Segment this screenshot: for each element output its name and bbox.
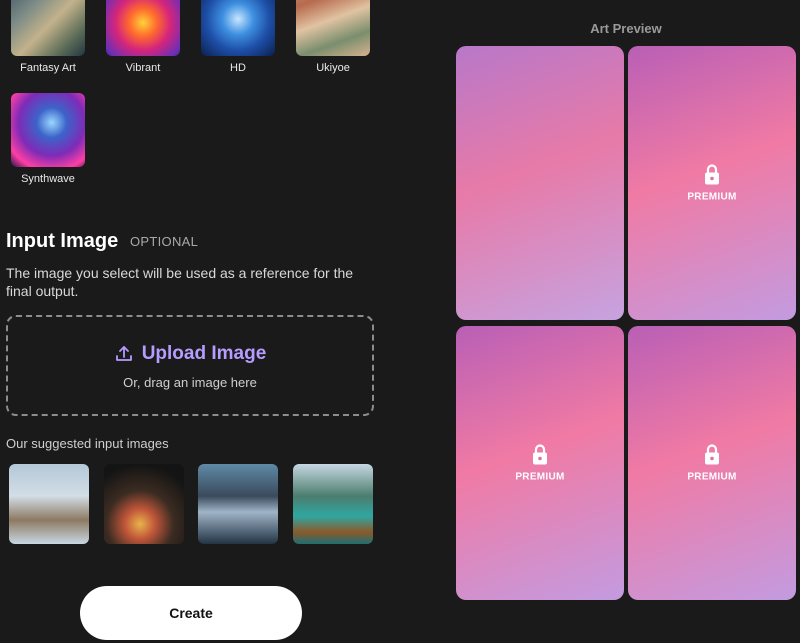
suggested-image-escalator[interactable] bbox=[198, 464, 278, 544]
suggested-image-food[interactable] bbox=[104, 464, 184, 544]
upload-dropzone[interactable]: Upload Image Or, drag an image here bbox=[6, 315, 374, 416]
input-image-description: The image you select will be used as a r… bbox=[6, 265, 354, 299]
premium-label: PREMIUM bbox=[687, 471, 737, 483]
upload-icon bbox=[115, 346, 132, 361]
preview-card-premium[interactable]: PREMIUM bbox=[628, 46, 796, 320]
style-hd[interactable]: HD bbox=[200, 0, 276, 74]
app-page: Fantasy Art Vibrant HD Ukiyoe Synthwave … bbox=[0, 0, 800, 643]
synthwave-thumbnail bbox=[11, 93, 85, 167]
hd-thumbnail bbox=[201, 0, 275, 56]
upload-hint: Or, drag an image here bbox=[123, 375, 257, 390]
style-label: HD bbox=[230, 62, 246, 74]
lock-icon bbox=[533, 444, 547, 465]
create-button[interactable]: Create bbox=[80, 586, 302, 640]
input-image-title: Input Image bbox=[6, 230, 119, 252]
suggested-images-title: Our suggested input images bbox=[6, 436, 169, 451]
ukiyoe-thumbnail bbox=[296, 0, 370, 56]
style-synthwave[interactable]: Synthwave bbox=[10, 93, 86, 185]
preview-card[interactable] bbox=[456, 46, 624, 320]
upload-image-button[interactable]: Upload Image bbox=[142, 343, 267, 365]
style-fantasy-art[interactable]: Fantasy Art bbox=[10, 0, 86, 74]
preview-card-premium[interactable]: PREMIUM bbox=[628, 326, 796, 600]
premium-lock: PREMIUM bbox=[456, 444, 624, 483]
premium-label: PREMIUM bbox=[687, 191, 737, 203]
style-vibrant[interactable]: Vibrant bbox=[105, 0, 181, 74]
lock-icon bbox=[705, 444, 719, 465]
lock-icon bbox=[705, 164, 719, 185]
art-preview-title: Art Preview bbox=[590, 21, 662, 36]
style-label: Fantasy Art bbox=[20, 62, 76, 74]
vibrant-thumbnail bbox=[106, 0, 180, 56]
style-label: Vibrant bbox=[125, 62, 161, 74]
suggested-image-owl[interactable] bbox=[9, 464, 89, 544]
upload-row[interactable]: Upload Image bbox=[8, 343, 372, 365]
optional-tag: OPTIONAL bbox=[130, 234, 199, 249]
premium-label: PREMIUM bbox=[515, 471, 565, 483]
style-ukiyoe[interactable]: Ukiyoe bbox=[295, 0, 371, 74]
style-label: Synthwave bbox=[21, 173, 75, 185]
preview-card-premium[interactable]: PREMIUM bbox=[456, 326, 624, 600]
style-label: Ukiyoe bbox=[316, 62, 350, 74]
premium-lock: PREMIUM bbox=[628, 444, 796, 483]
suggested-image-boat[interactable] bbox=[293, 464, 373, 544]
premium-lock: PREMIUM bbox=[628, 164, 796, 203]
fantasy-art-thumbnail bbox=[11, 0, 85, 56]
